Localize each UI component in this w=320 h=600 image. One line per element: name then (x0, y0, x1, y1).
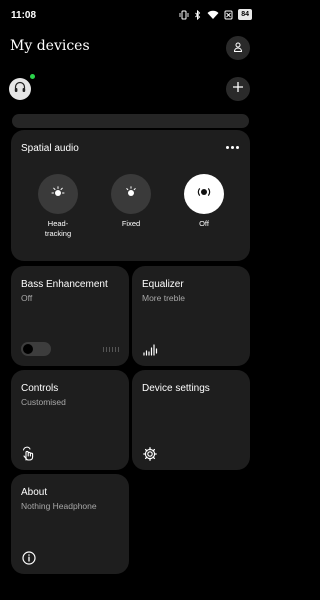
device-avatar[interactable] (9, 78, 31, 100)
off-icon (195, 183, 213, 206)
status-time: 11:08 (11, 10, 37, 21)
page-title: My devices (10, 38, 90, 54)
connected-status-dot (30, 74, 35, 79)
plus-icon (232, 80, 244, 98)
mode-label-fixed: Fixed (121, 219, 141, 228)
headphone-icon (13, 80, 27, 99)
equalizer-title: Equalizer (142, 279, 184, 290)
bass-enhancement-value: Off (21, 293, 33, 303)
head-tracking-button[interactable] (38, 174, 78, 214)
mode-label-head-tracking: Head- tracking (44, 219, 72, 238)
more-options-button[interactable] (223, 140, 241, 154)
controls-card[interactable]: Controls Customised (11, 370, 129, 470)
vibrate-icon (179, 10, 189, 20)
spatial-audio-title: Spatial audio (21, 143, 79, 154)
gesture-icon (21, 446, 37, 462)
status-icons: 84 (179, 9, 252, 20)
profile-button[interactable] (226, 36, 250, 60)
bass-enhancement-toggle[interactable] (21, 342, 51, 356)
equalizer-card[interactable]: Equalizer More treble (132, 266, 250, 366)
about-card[interactable]: About Nothing Headphone (11, 474, 129, 574)
head-tracking-icon (49, 183, 67, 206)
battery-icon: 84 (238, 9, 252, 20)
controls-title: Controls (21, 383, 59, 394)
person-icon (233, 39, 243, 57)
info-icon (21, 550, 37, 566)
device-banner-edge (12, 114, 249, 128)
about-value: Nothing Headphone (21, 501, 97, 511)
device-settings-title: Device settings (142, 383, 210, 394)
equalizer-value: More treble (142, 293, 185, 303)
bluetooth-icon (194, 9, 202, 20)
gear-icon (142, 446, 158, 462)
controls-value: Customised (21, 397, 66, 407)
about-title: About (21, 487, 48, 498)
mode-label-off: Off (199, 219, 209, 228)
equalizer-icon (142, 342, 158, 358)
wifi-icon (207, 10, 219, 20)
bass-level-icon (103, 347, 119, 352)
mode-fixed[interactable]: Fixed (101, 174, 161, 229)
fixed-button[interactable] (111, 174, 151, 214)
more-dot (235, 145, 239, 149)
mode-off[interactable]: Off (174, 174, 234, 229)
toggle-knob (23, 344, 33, 354)
bass-enhancement-card[interactable]: Bass Enhancement Off (11, 266, 129, 366)
spatial-audio-card: Spatial audio Head- tracking Fixed Off (11, 130, 250, 261)
device-settings-card[interactable]: Device settings (132, 370, 250, 470)
bass-enhancement-title: Bass Enhancement (21, 279, 108, 290)
more-dot (225, 145, 229, 149)
status-bar: 11:08 84 (0, 0, 261, 30)
mode-head-tracking[interactable]: Head- tracking (28, 174, 88, 239)
signal-icon (224, 10, 233, 20)
off-button[interactable] (184, 174, 224, 214)
more-dot (230, 145, 234, 149)
fixed-icon (122, 183, 140, 206)
add-device-button[interactable] (226, 77, 250, 101)
